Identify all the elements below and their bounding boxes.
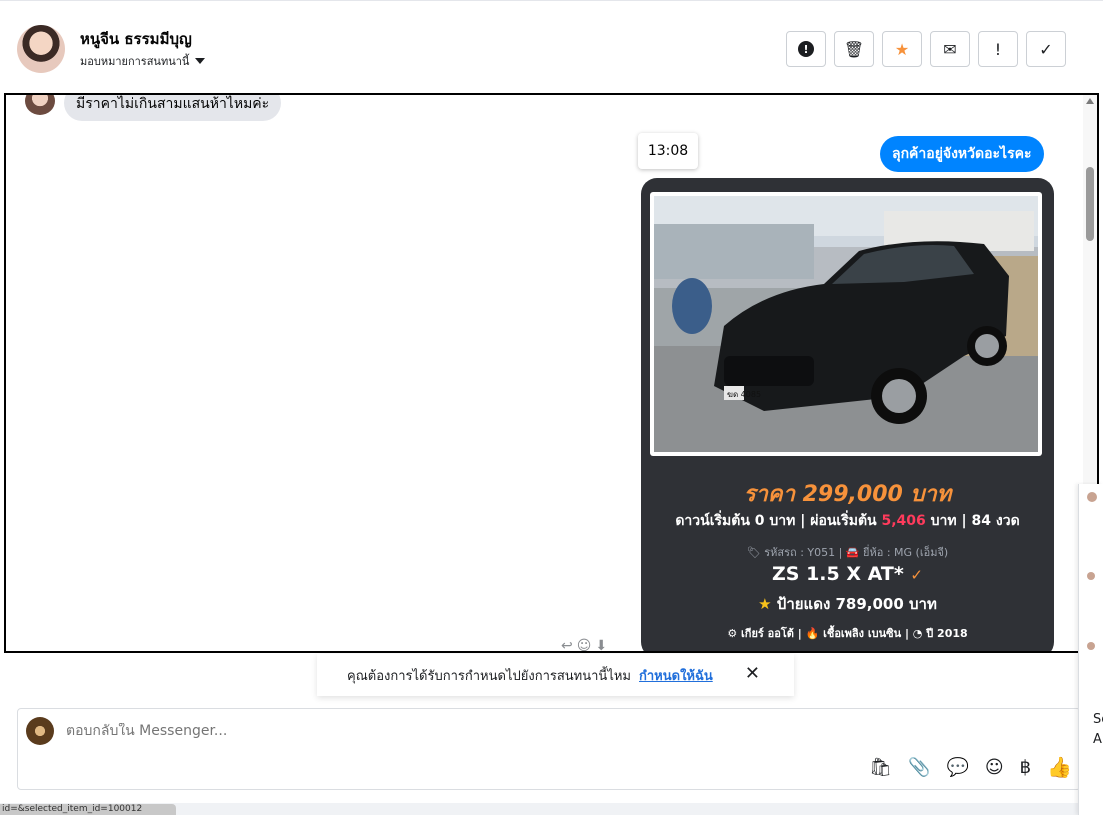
star-button[interactable]: ★ — [882, 31, 922, 67]
mark-unread-button[interactable]: ✉ — [930, 31, 970, 67]
trash-icon: 🗑 — [843, 39, 865, 59]
verified-icon: ✓ — [910, 566, 923, 584]
contact-avatar[interactable] — [17, 25, 65, 73]
spam-icon: ! — [798, 41, 814, 57]
mark-done-button[interactable]: ✓ — [1026, 31, 1066, 67]
caret-down-icon — [195, 58, 206, 64]
reply-input[interactable] — [66, 723, 966, 739]
car-image: ฆด 4085 — [654, 196, 1038, 452]
conversation-header: หนูจีน ธรรมมีบุญ มอบหมายการสนทนานี้ ! 🗑 … — [0, 5, 1103, 93]
close-icon[interactable]: ✕ — [745, 663, 760, 684]
side-text-a: Sc — [1093, 712, 1103, 727]
star-icon: ★ — [894, 39, 910, 59]
mail-icon: ✉ — [943, 39, 957, 59]
car-listing-card[interactable]: ฆด 4085 ราคา 299,000 บาท ดาวน์เริ่มต้น 0… — [641, 178, 1054, 651]
scroll-up-arrow-icon[interactable] — [1086, 98, 1094, 104]
composer-tools: 🛍 📎 💬 ☺ ฿ 👍 — [869, 755, 1072, 779]
side-avatar — [1087, 492, 1097, 502]
incoming-avatar — [25, 95, 55, 115]
side-panel[interactable]: Sc A — [1078, 484, 1103, 815]
side-text-b: A — [1093, 732, 1102, 747]
car-model: ZS 1.5 X AT* ✓ — [641, 563, 1054, 585]
shopping-bag-icon[interactable]: 🛍 — [869, 757, 892, 778]
assign-dropdown[interactable]: มอบหมายการสนทนานี้ — [80, 52, 206, 70]
down-payment-info: ดาวน์เริ่มต้น 0 บาท | ผ่อนเริ่มต้น 5,406… — [641, 510, 1054, 532]
contact-name[interactable]: หนูจีน ธรรมมีบุญ — [80, 27, 192, 51]
delete-button[interactable]: 🗑 — [834, 31, 874, 67]
status-url: id=&selected_item_id=100012 — [0, 804, 176, 815]
header-actions: ! 🗑 ★ ✉ ! ✓ — [786, 31, 1066, 67]
car-photo[interactable]: ฆด 4085 — [650, 192, 1042, 456]
check-icon: ✓ — [1039, 39, 1053, 59]
reply-composer[interactable]: 🛍 📎 💬 ☺ ฿ 👍 — [17, 708, 1081, 790]
red-plate-text: ป้ายแดง 789,000 บาท — [776, 595, 937, 613]
outgoing-message: ลุกค้าอยู่จังหวัดอะไรคะ — [880, 136, 1044, 172]
side-avatar-2 — [1087, 572, 1095, 580]
red-plate-price: ★ ป้ายแดง 789,000 บาท — [641, 592, 1054, 616]
like-icon[interactable]: 👍 — [1047, 755, 1072, 779]
exclamation-icon: ! — [994, 39, 1002, 59]
car-price: ราคา 299,000 บาท — [743, 482, 952, 507]
car-specs: ⚙ เกียร์ ออโต้ | 🔥 เชื้อเพลิง เบนซิน | ◔… — [727, 627, 968, 640]
license-plate: ฆด 4085 — [727, 390, 761, 399]
paperclip-icon[interactable]: 📎 — [908, 757, 930, 778]
page-avatar — [26, 717, 54, 745]
message-timestamp: 13:08 — [638, 133, 698, 169]
baht-icon[interactable]: ฿ — [1020, 757, 1031, 778]
message-thread[interactable]: มีราคาไม่เกินสามแสนห้าไหมค่ะ 13:08 ลุกค้… — [4, 93, 1099, 653]
scroll-thumb[interactable] — [1086, 167, 1094, 241]
mark-spam-button[interactable]: ! — [786, 31, 826, 67]
assign-label: มอบหมายการสนทนานี้ — [80, 55, 190, 68]
assign-to-me-link[interactable]: กำหนดให้ฉัน — [639, 665, 713, 686]
incoming-message: มีราคาไม่เกินสามแสนห้าไหมค่ะ — [64, 95, 282, 121]
down-prefix: ดาวน์เริ่มต้น 0 บาท | ผ่อนเริ่มต้น — [675, 513, 877, 529]
follow-up-button[interactable]: ! — [978, 31, 1018, 67]
emoji-icon[interactable]: ☺ — [985, 757, 1004, 778]
assign-prompt-text: คุณต้องการได้รับการกำหนดไปยังการสนทนานี้… — [347, 668, 631, 684]
assign-prompt: คุณต้องการได้รับการกำหนดไปยังการสนทนานี้… — [317, 654, 794, 696]
car-meta: 🏷 รหัสรถ : Y051 | 🚘 ยี่ห้อ : MG (เอ็มจี) — [746, 546, 949, 559]
saved-replies-icon[interactable]: 💬 — [946, 757, 968, 778]
side-avatar-3 — [1087, 642, 1095, 650]
installment-amount: 5,406 — [881, 513, 926, 529]
down-suffix: บาท | 84 งวด — [930, 513, 1020, 529]
car-model-text: ZS 1.5 X AT* — [772, 563, 904, 585]
message-actions[interactable]: ↩☺⬇ — [561, 638, 611, 651]
star-icon: ★ — [758, 595, 772, 613]
